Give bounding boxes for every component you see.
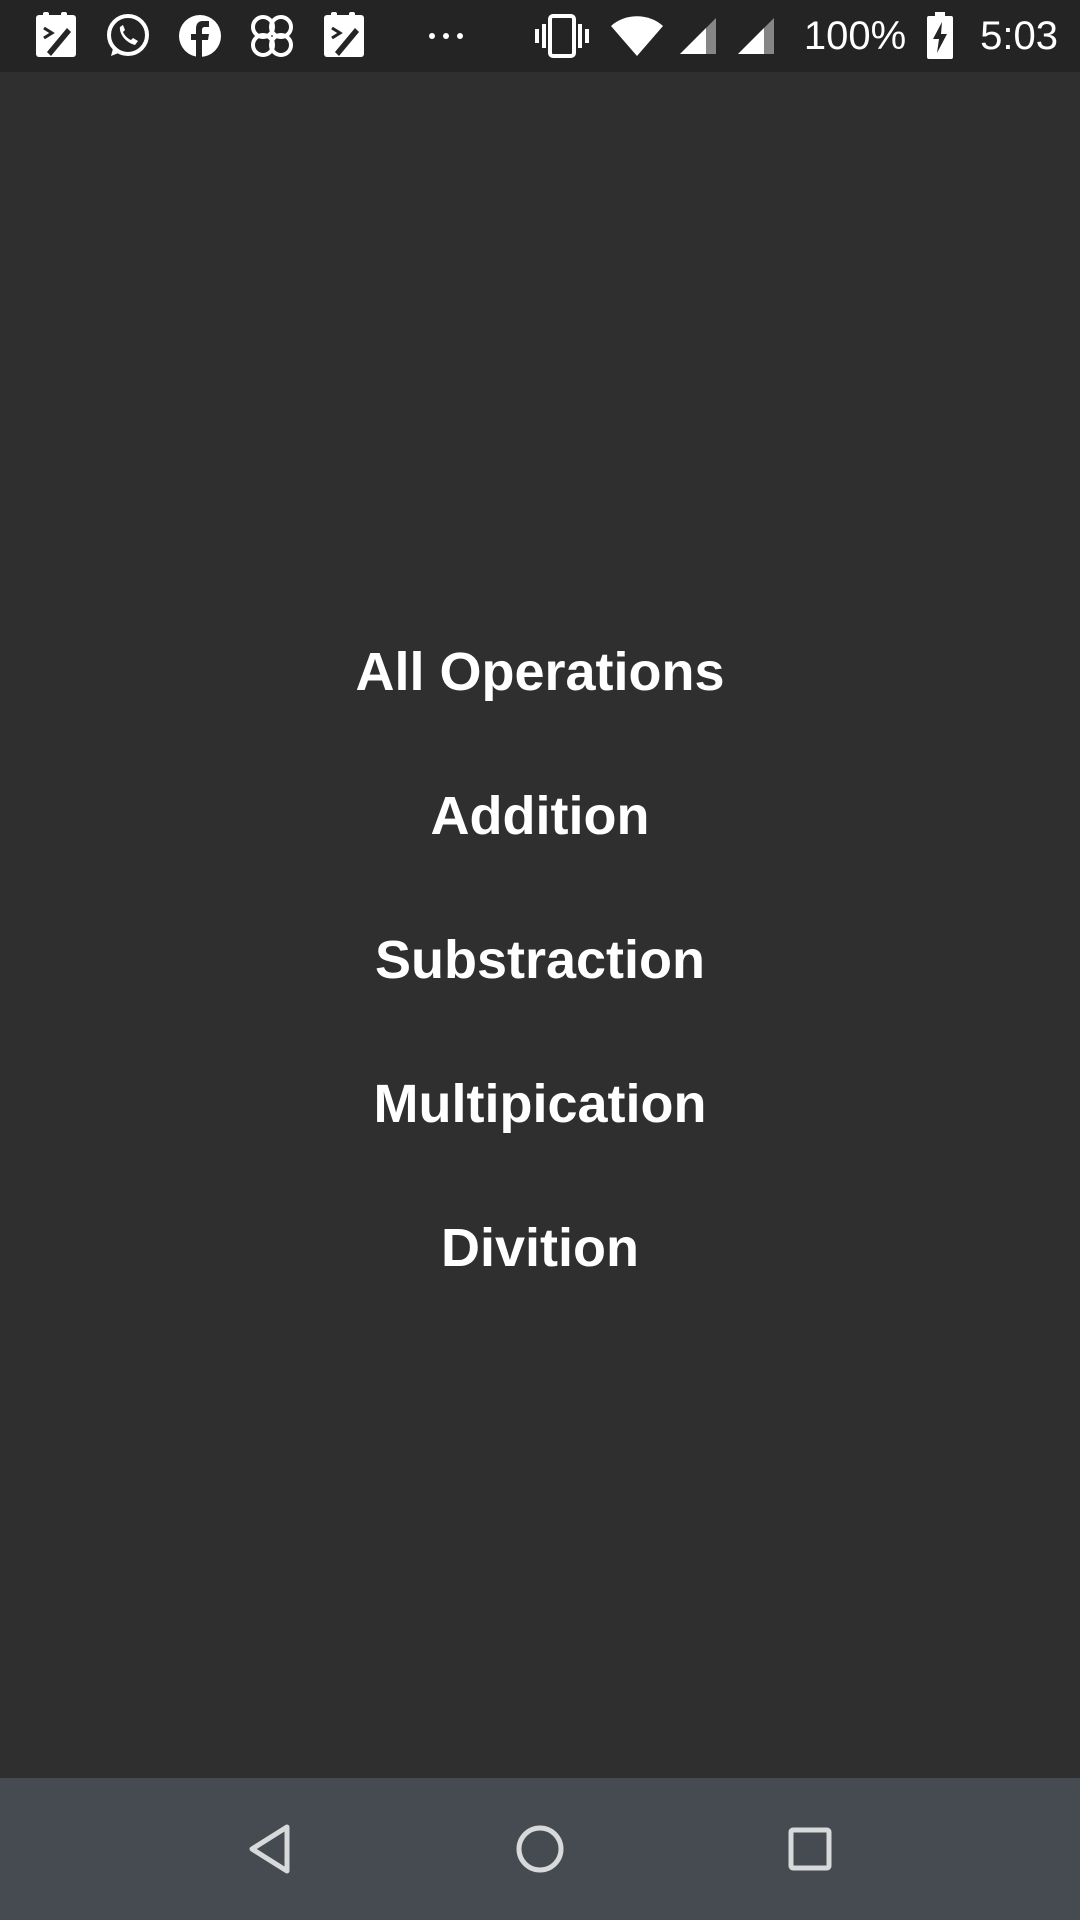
recents-button[interactable] — [760, 1799, 860, 1899]
recents-icon — [788, 1827, 832, 1871]
wifi-icon — [610, 15, 664, 57]
main-content: All Operations Addition Substraction Mul… — [0, 72, 1080, 1778]
facebook-icon — [174, 10, 226, 62]
signal-icon — [736, 16, 776, 56]
signal-icon — [678, 16, 718, 56]
writing-app-icon — [30, 10, 82, 62]
home-button[interactable] — [490, 1799, 590, 1899]
battery-charging-icon — [926, 12, 954, 60]
writing-app-icon — [318, 10, 370, 62]
more-notifications-icon — [422, 12, 470, 60]
menu-item-addition[interactable]: Addition — [0, 744, 1080, 888]
vibrate-icon — [534, 13, 590, 59]
clover-app-icon — [246, 10, 298, 62]
home-icon — [516, 1825, 564, 1873]
back-icon — [249, 1824, 290, 1874]
back-button[interactable] — [220, 1799, 320, 1899]
status-bar: 100% 5:03 — [0, 0, 1080, 72]
whatsapp-icon — [102, 10, 154, 62]
menu-item-multiplication[interactable]: Multipication — [0, 1032, 1080, 1176]
navigation-bar — [0, 1778, 1080, 1920]
notification-icons — [30, 10, 370, 62]
menu-item-division[interactable]: Divition — [0, 1176, 1080, 1320]
menu-item-subtraction[interactable]: Substraction — [0, 888, 1080, 1032]
system-status: 100% 5:03 — [534, 10, 1058, 62]
operations-menu: All Operations Addition Substraction Mul… — [0, 600, 1080, 1320]
clock: 5:03 — [980, 13, 1058, 58]
battery-percent: 100% — [803, 13, 907, 58]
menu-item-all-operations[interactable]: All Operations — [0, 600, 1080, 744]
